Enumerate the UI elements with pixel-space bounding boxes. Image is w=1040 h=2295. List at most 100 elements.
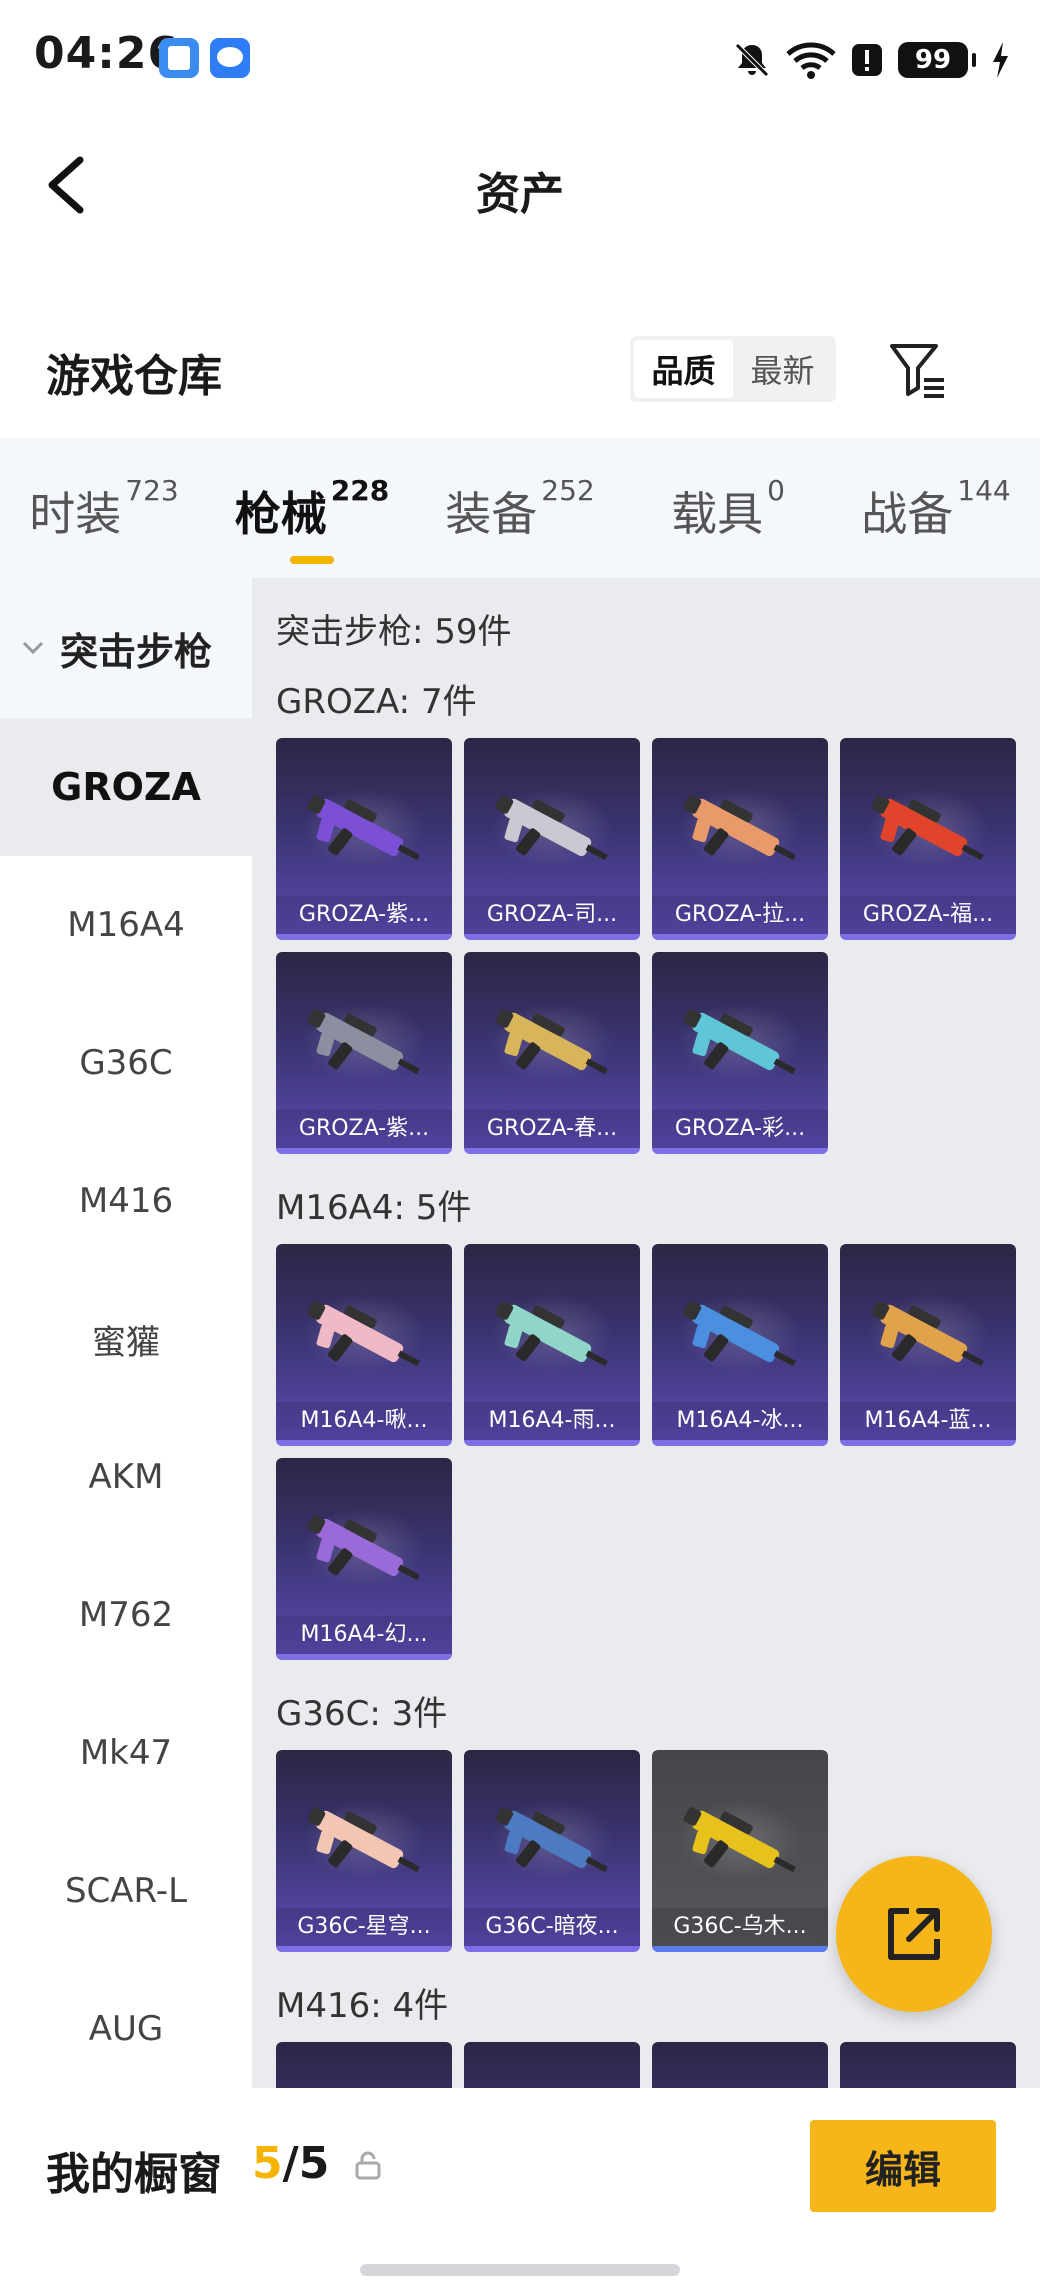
filter-icon [890,344,944,398]
rifle-icon [495,1807,608,1873]
showcase-count: 5/5 [252,2138,329,2189]
charging-icon [993,42,1008,78]
sidenav-item-aug[interactable]: AUG [0,1960,252,2098]
weapon-skin-card[interactable] [840,2042,1016,2088]
weapon-skin-card[interactable]: GROZA-福... [840,738,1016,940]
weapon-skin-card[interactable] [652,2042,828,2088]
weapon-skin-card[interactable]: M16A4-啾... [276,1244,452,1446]
tab-supplies[interactable]: 战备 144 [832,474,1040,544]
tab-count: 0 [767,474,785,507]
rifle-icon [307,795,420,861]
sidenav-item-g36c[interactable]: G36C [0,994,252,1132]
tab-label: 枪械 [234,487,327,541]
sidenav-item-honey-badger[interactable]: 蜜獾 [0,1270,252,1408]
weapon-skin-card[interactable]: GROZA-彩... [652,952,828,1154]
weapon-skin-name: GROZA-紫... [276,896,452,934]
rifle-icon [307,1009,420,1075]
unlock-icon [355,2151,381,2180]
weapon-skin-name: G36C-星穹... [276,1908,452,1946]
home-indicator [360,2264,680,2276]
weapon-skin-card[interactable]: G36C-暗夜... [464,1750,640,1952]
weapon-skin-card[interactable]: M16A4-幻... [276,1458,452,1660]
weapon-skin-card[interactable]: GROZA-司... [464,738,640,940]
tab-equipment[interactable]: 装备 252 [416,474,624,544]
rifle-icon [683,795,796,861]
status-time: 04:26 [34,28,180,79]
weapon-skin-name: GROZA-彩... [652,1110,828,1148]
tab-guns[interactable]: 枪械 228 [208,474,416,564]
weapon-skin-card[interactable] [276,2042,452,2088]
filter-button[interactable] [888,340,948,400]
weapon-skin-card[interactable]: GROZA-拉... [652,738,828,940]
showcase-count-total: /5 [282,2138,330,2189]
weapon-skin-card[interactable]: GROZA-紫... [276,738,452,940]
weapon-skin-card[interactable]: GROZA-紫... [276,952,452,1154]
sidenav-item-scar-l[interactable]: SCAR-L [0,1822,252,1960]
notes-notification-icon [159,38,199,78]
showcase-label: 我的橱窗 [46,2149,222,2200]
tab-outfits[interactable]: 时装 723 [0,474,208,544]
weapon-skin-name: M16A4-冰... [652,1402,828,1440]
app-header: 资产 [0,120,1040,250]
weapon-skin-name: G36C-暗夜... [464,1908,640,1946]
weapon-skin-name: GROZA-拉... [652,896,828,934]
weapon-skin-name: GROZA-春... [464,1110,640,1148]
warehouse-title: 游戏仓库 [46,351,222,402]
tab-count: 144 [957,474,1011,507]
rifle-icon [674,2076,806,2088]
tab-label: 时装 [29,487,122,541]
group-title: M16A4: 5件 [276,1188,472,1228]
weapon-skin-name: G36C-乌木... [652,1908,828,1946]
sidenav-item-m16a4[interactable]: M16A4 [0,856,252,994]
share-fab-button[interactable] [836,1856,992,2012]
sidenav-item-groza[interactable]: GROZA [0,718,252,856]
group-title: G36C: 3件 [276,1694,448,1734]
sort-toggle: 品质 最新 [630,336,836,402]
rifle-icon [486,2076,618,2088]
rifle-icon [871,1301,984,1367]
system-icons: 99 [732,38,1010,82]
sort-quality-button[interactable]: 品质 [634,340,733,398]
rifle-icon [307,1807,420,1873]
weapon-skin-card[interactable]: M16A4-冰... [652,1244,828,1446]
edit-button[interactable]: 编辑 [810,2120,996,2212]
weapon-skin-name: M16A4-幻... [276,1616,452,1654]
rifle-icon [495,795,608,861]
rifle-icon [307,1515,420,1581]
weapon-skin-card[interactable]: M16A4-雨... [464,1244,640,1446]
wifi-icon [786,42,836,79]
battery-tip [972,53,976,67]
sidenav-item-m416[interactable]: M416 [0,1132,252,1270]
weapon-skin-card[interactable]: M16A4-蓝... [840,1244,1016,1446]
rifle-icon [871,795,984,861]
weapon-skin-card[interactable]: G36C-星穹... [276,1750,452,1952]
message-notification-icon [210,38,250,78]
weapon-skin-card[interactable] [464,2042,640,2088]
rifle-icon [298,2076,430,2088]
weapon-skin-name: GROZA-紫... [276,1110,452,1148]
weapon-skin-card[interactable]: G36C-乌木... [652,1750,828,1952]
rifle-icon [495,1301,608,1367]
rifle-icon [307,1301,420,1367]
list-total: 突击步枪: 59件 [276,612,512,652]
weapon-skin-name: M16A4-蓝... [840,1402,1016,1440]
sidenav-item-mk47[interactable]: Mk47 [0,1684,252,1822]
tab-vehicles[interactable]: 载具 0 [624,474,832,544]
tab-count: 228 [330,474,390,507]
weapon-skin-name: GROZA-福... [840,896,1016,934]
rifle-icon [683,1009,796,1075]
category-tabs: 时装 723 枪械 228 装备 252 载具 0 战备 144 [0,438,1040,578]
sidenav-group-assault-rifles[interactable]: 突击步枪 [0,578,252,718]
weapon-skin-card[interactable]: GROZA-春... [464,952,640,1154]
mute-icon [735,43,769,77]
rifle-icon [683,1807,796,1873]
sidenav-group-label: 突击步枪 [60,629,213,674]
showcase-bar: 我的橱窗 5/5 编辑 [0,2088,1040,2295]
tab-label: 载具 [671,487,764,541]
sidenav-item-m762[interactable]: M762 [0,1546,252,1684]
sidenav-item-akm[interactable]: AKM [0,1408,252,1546]
weapon-skin-name: M16A4-啾... [276,1402,452,1440]
alert-icon [852,44,882,76]
group-title: M416: 4件 [276,1986,449,2026]
sort-newest-button[interactable]: 最新 [733,340,832,398]
